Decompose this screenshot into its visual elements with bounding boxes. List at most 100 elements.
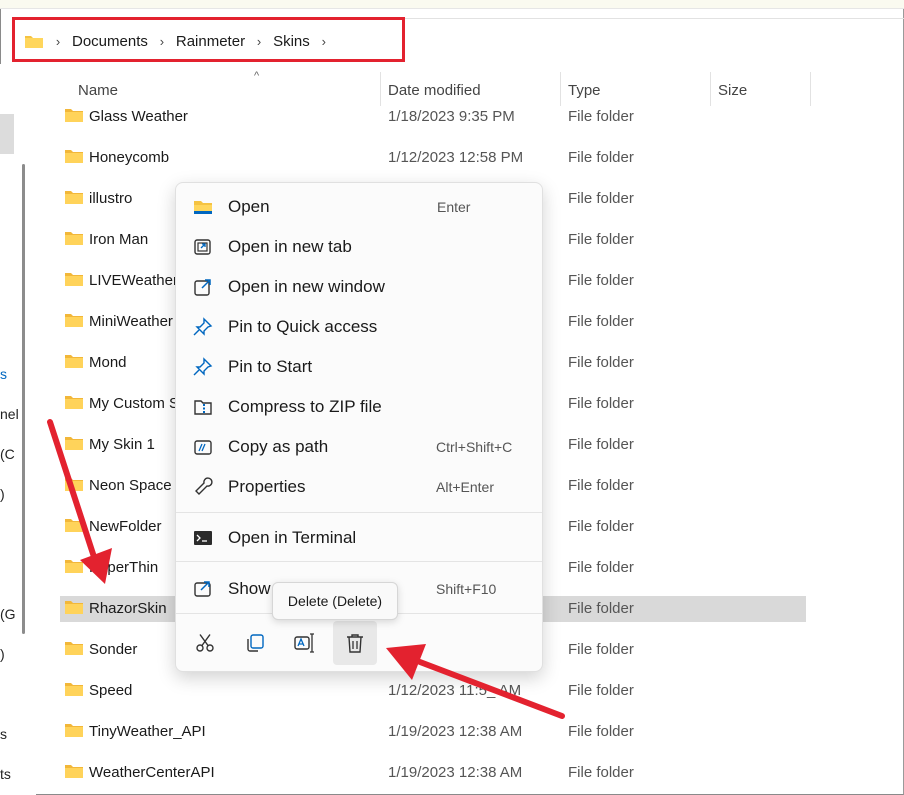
column-type[interactable]: Type: [568, 82, 601, 99]
menu-item-properties[interactable]: Properties Alt+Enter: [176, 469, 542, 505]
menu-item-pin-quick-access[interactable]: Pin to Quick access: [176, 309, 542, 345]
navigation-pane: s nel (C ) (G ) s ts: [0, 64, 36, 795]
table-row[interactable]: Honeycomb 1/12/2023 12:58 PM File folder: [60, 145, 806, 171]
file-type: File folder: [568, 313, 634, 330]
menu-item-label: Pin to Quick access: [228, 317, 378, 336]
column-name[interactable]: Name: [78, 82, 118, 99]
folder-icon: [65, 641, 83, 655]
copy-button[interactable]: [233, 621, 277, 665]
file-date-modified: 1/19/2023 12:38 AM: [388, 764, 523, 781]
folder-icon: [65, 600, 83, 614]
new-window-icon: [192, 277, 214, 297]
menu-item-label: Compress to ZIP file: [228, 397, 382, 416]
file-name: Speed: [89, 682, 133, 699]
file-name: Honeycomb: [89, 149, 170, 166]
file-type: File folder: [568, 518, 634, 535]
folder-icon: [65, 723, 83, 737]
context-menu-action-bar: [176, 621, 542, 667]
menu-item-copy-as-path[interactable]: Copy as path Ctrl+Shift+C: [176, 429, 542, 465]
terminal-icon: [192, 528, 214, 548]
table-row[interactable]: TinyWeather_API 1/19/2023 12:38 AM File fo…: [60, 719, 806, 745]
menu-item-open[interactable]: Open Enter: [176, 189, 542, 225]
file-name: NewFolder: [89, 518, 162, 535]
column-divider[interactable]: [560, 72, 561, 106]
file-date-modified: 1/19/2023 12:38 AM: [388, 723, 523, 740]
folder-icon: [65, 436, 83, 450]
folder-icon: [65, 108, 83, 122]
folder-icon: [65, 272, 83, 286]
file-name: Neon Space: [89, 477, 172, 494]
nav-fragment[interactable]: s: [0, 726, 7, 742]
folder-icon: [65, 559, 83, 573]
menu-item-pin-start[interactable]: Pin to Start: [176, 349, 542, 385]
menu-item-label: Open in Terminal: [228, 528, 357, 547]
table-row[interactable]: WeatherCenterAPI 1/19/2023 12:38 AM File f…: [60, 760, 806, 786]
table-row[interactable]: Speed 1/12/2023 11:5_ AM File folder: [60, 678, 806, 704]
nav-fragment[interactable]: ts: [0, 766, 11, 782]
file-date-modified: 1/12/2023 11:5_ AM: [388, 682, 522, 699]
column-divider[interactable]: [380, 72, 381, 106]
menu-item-open-new-tab[interactable]: Open in new tab: [176, 229, 542, 265]
menu-item-compress-zip[interactable]: Compress to ZIP file: [176, 389, 542, 425]
pin-icon: [192, 317, 214, 337]
menu-item-shortcut: Enter: [437, 199, 471, 215]
delete-icon: [347, 634, 363, 653]
file-date-modified: 1/18/2023 9:35 PM: [388, 108, 515, 125]
file-type: File folder: [568, 436, 634, 453]
menu-separator: [176, 561, 542, 562]
menu-item-label: Open in new tab: [228, 237, 352, 256]
file-name: WeatherCenterAPI: [89, 764, 215, 781]
menu-item-label: Properties: [228, 477, 306, 496]
file-name: PaperThin: [89, 559, 159, 576]
nav-fragment[interactable]: (C: [0, 446, 15, 462]
sort-ascending-icon: ^: [254, 70, 260, 82]
file-type: File folder: [568, 149, 634, 166]
nav-selected-item[interactable]: [0, 114, 14, 154]
menu-item-open-terminal[interactable]: Open in Terminal: [176, 520, 542, 556]
file-type: File folder: [568, 272, 634, 289]
column-divider[interactable]: [810, 72, 811, 106]
nav-fragment[interactable]: nel: [0, 406, 19, 422]
annotation-highlight-box: [12, 17, 405, 62]
rename-button[interactable]: [283, 621, 327, 665]
copy-path-icon: [192, 437, 214, 457]
menu-item-open-new-window[interactable]: Open in new window: [176, 269, 542, 305]
pin-icon: [192, 357, 214, 377]
column-divider[interactable]: [710, 72, 711, 106]
menu-item-shortcut: Shift+F10: [436, 581, 497, 597]
file-date-modified: 1/12/2023 12:58 PM: [388, 149, 524, 166]
file-name: My Skin 1: [89, 436, 155, 453]
file-name: Iron Man: [89, 231, 149, 248]
delete-button[interactable]: [333, 621, 377, 665]
folder-open-icon: [192, 197, 214, 217]
file-name: TinyWeather_API: [89, 723, 206, 740]
nav-fragment[interactable]: s: [0, 366, 7, 382]
file-name: My Custom S: [89, 395, 180, 412]
nav-fragment[interactable]: ): [0, 646, 5, 662]
menu-item-label: Open in new window: [228, 277, 385, 296]
column-header: ^ Name Date modified Type Size: [36, 70, 904, 106]
table-row[interactable]: Glass Weather 1/18/2023 9:35 PM File folde…: [60, 104, 806, 130]
file-type: File folder: [568, 559, 634, 576]
folder-icon: [65, 682, 83, 696]
column-size[interactable]: Size: [718, 82, 747, 99]
delete-tooltip: Delete (Delete): [272, 582, 398, 620]
menu-item-label: Copy as path: [228, 437, 329, 456]
folder-icon: [65, 313, 83, 327]
folder-icon: [65, 477, 83, 491]
nav-scrollbar[interactable]: [22, 164, 25, 634]
file-type: File folder: [568, 108, 634, 125]
nav-fragment[interactable]: ): [0, 486, 5, 502]
menu-item-label: Pin to Start: [228, 357, 313, 376]
folder-icon: [65, 764, 83, 778]
file-type: File folder: [568, 682, 634, 699]
menu-item-shortcut: Alt+Enter: [436, 479, 494, 495]
column-date-modified[interactable]: Date modified: [388, 82, 481, 99]
file-type: File folder: [568, 477, 634, 494]
cut-button[interactable]: [183, 621, 227, 665]
file-type: File folder: [568, 190, 634, 207]
file-type: File folder: [568, 723, 634, 740]
nav-fragment[interactable]: (G: [0, 606, 16, 622]
folder-icon: [65, 149, 83, 163]
file-name: Mond: [89, 354, 127, 371]
